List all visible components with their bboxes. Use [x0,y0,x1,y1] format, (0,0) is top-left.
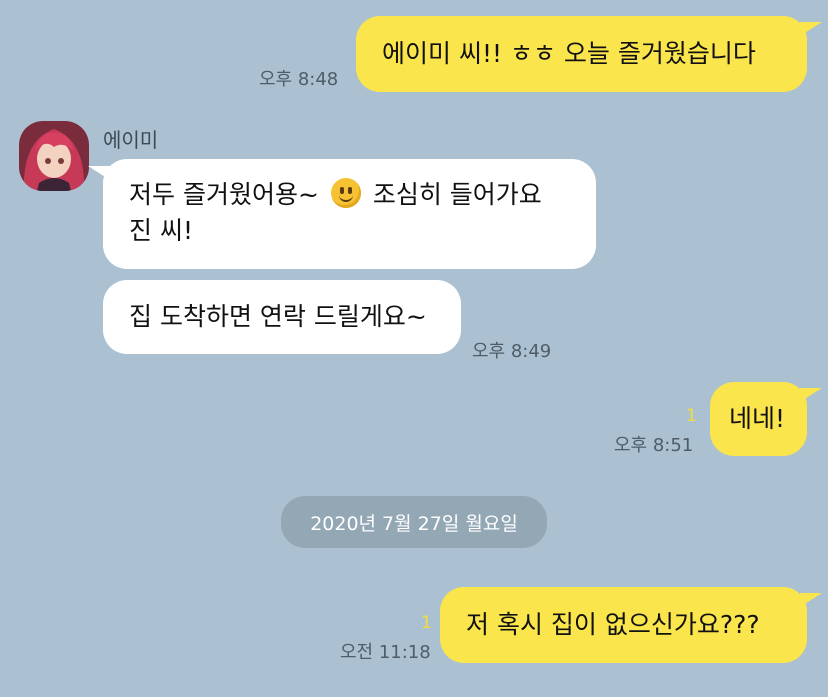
message-timestamp: 오전 11:18 [340,642,431,663]
avatar-image [19,121,89,191]
message-timestamp: 오후 8:51 [614,435,694,456]
message-text: 저 혹시 집이 없으신가요??? [466,610,760,639]
message-text: 집 도착하면 연락 드릴게요~ [129,302,427,331]
sender-name: 에이미 [103,128,159,152]
message-bubble-outgoing[interactable]: 네네! [710,382,807,456]
bubble-tail [88,166,110,180]
message-text: 네네! [729,404,786,433]
message-bubble-incoming[interactable]: 집 도착하면 연락 드릴게요~ [103,280,461,354]
unread-count: 1 [686,406,697,426]
message-text: 저두 즐거웠어용~ 조심히 들어가요 진 씨! [129,178,542,245]
message-bubble-outgoing[interactable]: 저 혹시 집이 없으신가요??? [440,587,807,663]
message-bubble-incoming[interactable]: 저두 즐거웠어용~ 조심히 들어가요 진 씨! [103,159,596,269]
bubble-tail [800,388,822,402]
slightly-smiling-face-emoji [330,178,361,208]
message-bubble-outgoing[interactable]: 에이미 씨!! ㅎㅎ 오늘 즐거웠습니다 [356,16,807,92]
date-separator: 2020년 7월 27일 월요일 [281,496,547,548]
message-timestamp: 오후 8:49 [472,341,552,362]
message-timestamp: 오후 8:48 [259,69,339,90]
bubble-tail [800,22,822,36]
message-text: 에이미 씨!! ㅎㅎ 오늘 즐거웠습니다 [382,39,756,68]
bubble-tail [800,593,822,607]
avatar[interactable] [19,121,89,191]
unread-count: 1 [421,613,432,633]
